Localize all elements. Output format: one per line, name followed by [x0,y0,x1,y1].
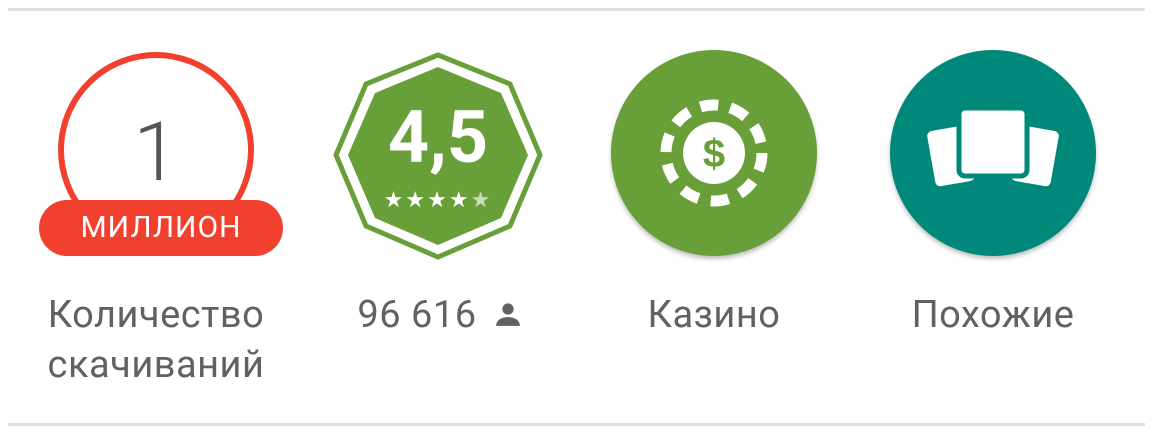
half-star-icon: ★ [470,188,493,213]
rating-count-label: 96 616 [330,290,550,342]
downloads-number: 1 [133,105,179,201]
similar-label: Похожие [911,293,1075,337]
category-circle: $ [611,50,817,256]
rating-count: 96 616 [357,293,477,337]
star-icon: ★ [448,188,471,213]
svg-text:$: $ [703,132,725,176]
downloads-label-line1: Количество [47,293,265,337]
top-divider [8,8,1145,11]
rating-value: 4,5 [387,95,489,180]
downloads-label-line2: скачиваний [47,343,265,387]
downloads-badge[interactable]: 1 МИЛЛИОН Количество скачиваний [39,50,283,390]
similar-badge[interactable]: Похожие [886,50,1106,390]
bottom-divider [8,423,1145,426]
casino-chip-icon: $ [660,99,768,207]
downloads-unit-pill: МИЛЛИОН [39,200,283,256]
downloads-label: Количество скачиваний [45,290,267,390]
star-icon: ★ [405,188,428,213]
category-badge[interactable]: $ Казино [607,50,827,390]
star-icon: ★ [427,188,449,213]
person-icon [493,292,523,342]
similar-apps-icon [927,105,1059,187]
similar-circle [890,50,1096,256]
rating-badge[interactable]: 4,5 ★★★★★ 96 616 [330,50,550,390]
star-icon: ★ [383,188,406,213]
rating-stars: ★★★★★ [330,188,546,213]
category-label: Казино [647,293,781,337]
